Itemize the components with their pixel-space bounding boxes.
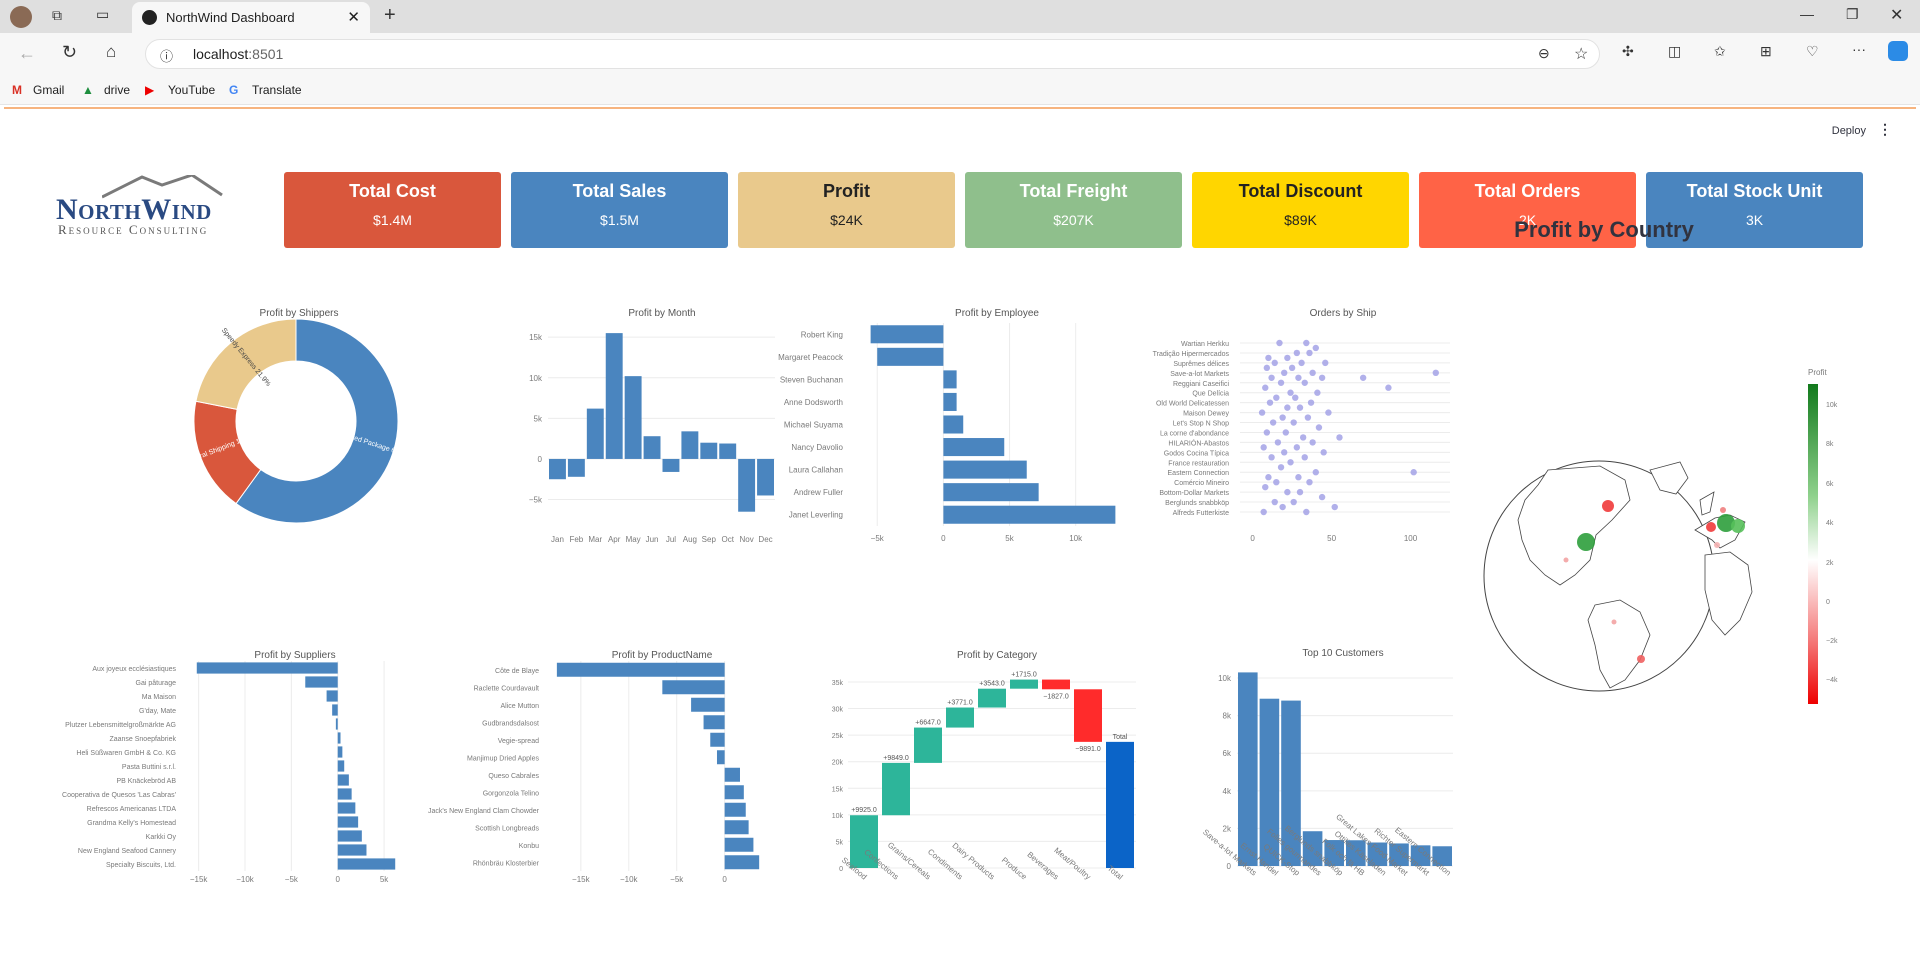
chart-title-country: Profit by Country [1514,217,1694,242]
chart-title-category: Profit by Category [956,650,1038,661]
kpi-total-cost: Total Cost $1.4M [284,172,501,248]
bookmarks-bar: M Gmail ▲ drive ▶ YouTube G Translate [0,75,1920,105]
copilot-icon[interactable] [1888,41,1908,61]
chart-title-month: Profit by Month [628,308,696,319]
chart-title-customers: Top 10 Customers [1302,648,1384,659]
workspaces-icon[interactable]: ⧉ [52,7,62,24]
kpi-total-sales: Total Sales $1.5M [511,172,728,248]
streamlit-app: Deploy ⋮ NorthWind Resource Consulting T… [4,107,1916,958]
kpi-title: Total Sales [572,181,667,201]
translate-icon: G [229,83,239,97]
url-port: :8501 [248,46,284,62]
address-bar: ← ↻ ⌂ ⓘ localhost:8501 ⊖ ☆ ✣ ◫ ✩ ⊞ ♡ ··· [0,33,1920,75]
streamlit-favicon-icon [142,10,157,25]
bookmark-translate[interactable]: Translate [252,83,302,97]
drive-icon: ▲ [82,83,94,97]
kpi-title: Total Stock Unit [1686,181,1823,201]
restore-icon[interactable]: ❐ [1846,6,1859,23]
chart-title-product: Profit by ProductName [611,650,713,661]
minimize-icon[interactable]: — [1800,6,1814,22]
bookmark-gmail[interactable]: Gmail [33,83,64,97]
split-screen-icon[interactable]: ◫ [1668,43,1681,60]
kpi-title: Profit [823,181,870,201]
close-window-icon[interactable]: ✕ [1890,5,1903,25]
kpi-value: $1.4M [373,212,412,228]
browser-essentials-icon[interactable]: ♡ [1806,43,1819,60]
app-menu-icon[interactable]: ⋮ [1878,121,1892,138]
kpi-title: Total Freight [1019,181,1128,201]
url-host: localhost [193,46,249,62]
chart-title-shippers: Profit by Shippers [259,308,339,319]
youtube-icon: ▶ [145,83,155,97]
kpi-profit: Profit $24K [738,172,955,248]
extensions-icon[interactable]: ✣ [1622,43,1634,60]
bookmark-youtube[interactable]: YouTube [168,83,215,97]
kpi-title: Total Cost [349,181,436,201]
back-icon[interactable]: ← [18,43,36,64]
northwind-logo: NorthWind Resource Consulting [56,175,256,237]
site-info-icon[interactable]: ⓘ [160,46,173,65]
kpi-title: Total Orders [1474,181,1581,201]
browser-tab-strip: ⧉ ▭ NorthWind Dashboard ✕ + — ❐ ✕ [0,0,1920,33]
kpi-value: $89K [1284,212,1317,228]
kpi-value: $207K [1053,212,1094,228]
kpi-value: $1.5M [600,212,639,228]
favorite-star-icon[interactable]: ☆ [1574,44,1588,64]
tab-northwind-dashboard[interactable]: NorthWind Dashboard ✕ [132,2,370,33]
bookmark-drive[interactable]: drive [104,83,130,97]
new-tab-icon[interactable]: + [384,4,396,27]
profile-avatar-icon[interactable] [10,6,32,28]
gmail-icon: M [12,83,22,97]
tab-actions-icon[interactable]: ▭ [96,6,109,23]
zoom-icon[interactable]: ⊖ [1538,45,1550,62]
home-icon[interactable]: ⌂ [106,42,116,62]
kpi-total-freight: Total Freight $207K [965,172,1182,248]
chart-title-suppliers: Profit by Suppliers [254,650,336,661]
close-tab-icon[interactable]: ✕ [347,8,360,26]
kpi-title: Total Discount [1238,181,1363,201]
more-menu-icon[interactable]: ··· [1852,41,1866,57]
chart-title-ship: Orders by Ship [1309,308,1377,319]
favorites-icon[interactable]: ✩ [1714,43,1726,60]
tab-title: NorthWind Dashboard [166,10,295,25]
deploy-button[interactable]: Deploy [1832,125,1866,137]
kpi-value: $24K [830,212,863,228]
chart-title-employee: Profit by Employee [955,308,1039,319]
kpi-total-discount: Total Discount $89K [1192,172,1409,248]
url-field[interactable]: ⓘ localhost:8501 ⊖ ☆ [145,39,1600,69]
collections-icon[interactable]: ⊞ [1760,43,1772,60]
logo-subtitle: Resource Consulting [58,222,209,237]
refresh-icon[interactable]: ↻ [62,42,77,63]
